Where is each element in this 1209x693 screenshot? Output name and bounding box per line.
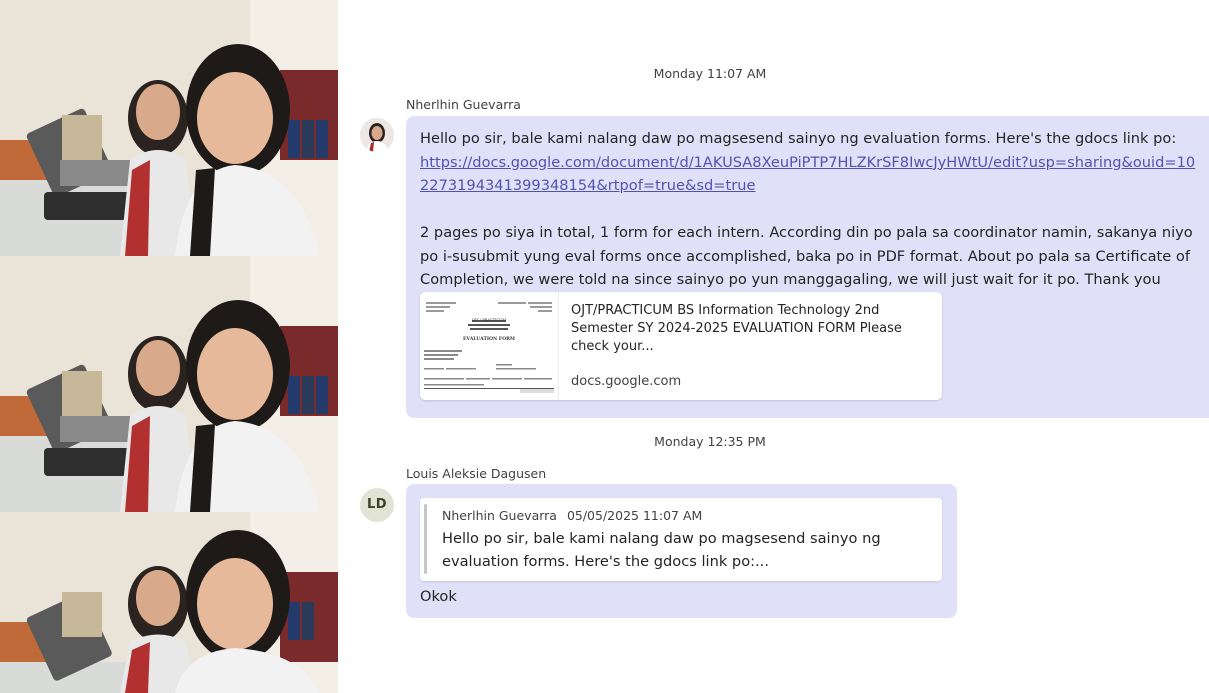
avatar[interactable]: [360, 118, 394, 152]
quote-text: Hello po sir, bale kami nalang daw po ma…: [442, 530, 881, 570]
profile-photo-icon: [360, 118, 394, 152]
preview-domain: docs.google.com: [571, 374, 682, 389]
document-thumbnail: EVALUATION FORM OJT / PRACTICUM: [420, 292, 559, 400]
avatar-initials[interactable]: LD: [360, 488, 394, 522]
preview-title: OJT/PRACTICUM BS Information Technology …: [571, 303, 902, 354]
selfie-photo-1[interactable]: [0, 0, 338, 256]
quote-author: Nherlhin Guevarra: [442, 508, 557, 523]
gdocs-link[interactable]: https://docs.google.com/document/d/1AKUS…: [420, 154, 1195, 195]
message-body: Hello po sir, bale kami nalang daw po ma…: [420, 127, 1202, 315]
quote-bar: [424, 504, 427, 574]
link-preview-card[interactable]: EVALUATION FORM OJT / PRACTICUM OJT/PRAC…: [420, 292, 942, 400]
chat-thread: Monday 11:07 AM Nherlhin Guevarra Hello …: [338, 0, 1209, 693]
selfie-photo-2[interactable]: [0, 256, 338, 512]
document-thumbnail-image: EVALUATION FORM OJT / PRACTICUM: [420, 292, 558, 400]
reply-text: Okok: [420, 588, 457, 605]
quoted-message[interactable]: Nherlhin Guevarra 05/05/2025 11:07 AM He…: [420, 498, 942, 581]
thumb-heading: EVALUATION FORM: [463, 336, 515, 342]
message-bubble[interactable]: Nherlhin Guevarra 05/05/2025 11:07 AM He…: [406, 484, 957, 618]
photo-strip: [0, 0, 338, 693]
message-bubble[interactable]: Hello po sir, bale kami nalang daw po ma…: [406, 116, 1209, 418]
quote-time: 05/05/2025 11:07 AM: [566, 508, 703, 523]
message-line: Hello po sir, bale kami nalang daw po ma…: [420, 130, 1177, 147]
quote-header: Nherlhin Guevarra 05/05/2025 11:07 AM: [442, 508, 708, 523]
thumb-sub: OJT / PRACTICUM: [472, 318, 506, 322]
timestamp-divider: Monday 12:35 PM: [654, 434, 766, 449]
sender-name: Louis Aleksie Dagusen: [406, 466, 547, 481]
selfie-photo-3[interactable]: [0, 512, 338, 693]
sender-name: Nherlhin Guevarra: [406, 97, 521, 112]
timestamp-divider: Monday 11:07 AM: [653, 66, 767, 81]
